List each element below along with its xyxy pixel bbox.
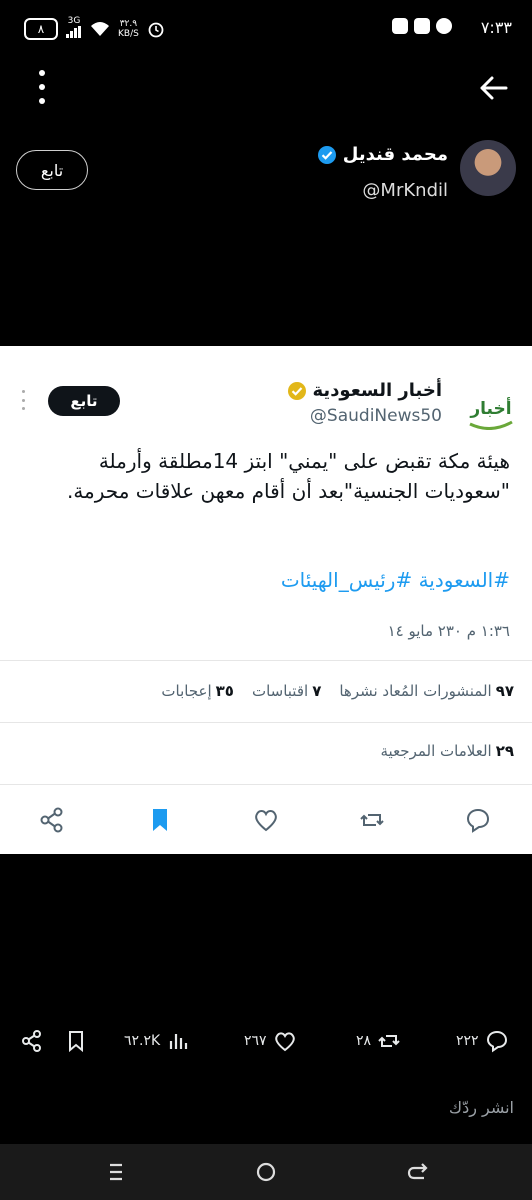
speed-value: ٣٢.٩ — [119, 18, 138, 29]
bookmark-button[interactable] — [64, 1026, 88, 1056]
likes-stat[interactable]: ٣٥إعجابات — [161, 682, 234, 700]
status-bar: ٨ 3G ٣٢.٩ KB/S ٧:٣٣ — [0, 0, 532, 56]
bookmarks-count: ٢٩ — [495, 742, 514, 760]
share-icon — [22, 1030, 41, 1052]
home-icon[interactable] — [252, 1158, 280, 1186]
status-left: ٨ 3G ٣٢.٩ KB/S — [24, 16, 165, 41]
network-speed: ٣٢.٩ KB/S — [118, 19, 139, 39]
author-name-row[interactable]: محمد قنديل — [317, 144, 448, 165]
reply-icon[interactable] — [464, 806, 492, 834]
app-icon — [414, 18, 430, 34]
thread-action-bar: ٦٢.٢K ٢٦٧ ٢٨ ٢٢٢ — [0, 1026, 532, 1056]
like-button[interactable]: ٢٦٧ — [244, 1026, 297, 1056]
bookmarks-label: العلامات المرجعية — [380, 742, 492, 760]
repost-icon — [378, 1035, 400, 1047]
status-time: ٧:٣٣ — [480, 18, 512, 37]
verified-gold-badge-icon — [287, 381, 306, 400]
like-icon[interactable] — [252, 806, 280, 834]
alarm-icon — [148, 22, 164, 37]
signal-icon — [66, 26, 81, 38]
follow-button[interactable]: تابع — [16, 150, 88, 190]
app-icon — [392, 18, 408, 34]
logo-text: أخبار — [469, 397, 511, 419]
likes-label: إعجابات — [161, 682, 212, 700]
reply-icon — [486, 1030, 507, 1053]
quoted-author-handle: @SaudiNews50 — [309, 406, 442, 426]
author-handle: @MrKndil — [362, 180, 448, 201]
speed-unit: KB/S — [118, 28, 139, 39]
network-indicator: 3G — [66, 16, 82, 41]
verified-badge-icon — [317, 145, 336, 164]
repost-icon[interactable] — [358, 806, 386, 834]
divider — [0, 722, 532, 723]
replies-count: ٢٢٢ — [456, 1033, 479, 1049]
quoted-author-name: أخبار السعودية — [312, 380, 442, 401]
likes-count: ٣٥ — [215, 682, 234, 700]
reposts-count: ٢٨ — [356, 1033, 372, 1049]
like-icon — [274, 1032, 295, 1052]
repost-button[interactable]: ٢٨ — [356, 1026, 401, 1056]
bookmark-outline-icon — [69, 1031, 83, 1053]
post-text: هيئة مكة تقبض على "يمني" ابتز 14مطلقة وأ… — [30, 446, 510, 506]
quotes-stat[interactable]: ٧اقتباسات — [252, 682, 321, 700]
quoted-post-card[interactable] — [0, 346, 532, 854]
quoted-more-icon[interactable] — [22, 390, 28, 410]
post-text-line: هيئة مكة تقبض على "يمني" ابتز 14مطلقة وأ… — [98, 449, 510, 473]
share-button[interactable] — [20, 1026, 44, 1056]
divider — [0, 784, 532, 785]
views-count: ٦٢.٢K — [124, 1033, 161, 1049]
bookmarks-stat[interactable]: ٢٩العلامات المرجعية — [381, 742, 515, 760]
post-stats: ٩٧المنشورات المُعاد نشرها ٧اقتباسات ٣٥إع… — [161, 682, 514, 700]
reposts-stat[interactable]: ٩٧المنشورات المُعاد نشرها — [339, 682, 514, 700]
system-back-icon[interactable] — [404, 1158, 432, 1186]
post-text-line: "سعوديات الجنسية"بعد أن أقام معهن علاقات… — [66, 479, 510, 503]
views-stat[interactable]: ٦٢.٢K — [124, 1026, 190, 1056]
avatar[interactable] — [460, 140, 516, 196]
back-arrow-icon[interactable] — [478, 74, 510, 102]
status-app-icons — [392, 18, 452, 34]
reply-placeholder: انشر ردّك — [448, 1098, 514, 1117]
reply-button[interactable]: ٢٢٢ — [456, 1026, 509, 1056]
share-icon[interactable] — [38, 806, 66, 834]
facebook-icon — [436, 18, 452, 34]
wifi-icon — [91, 21, 109, 36]
recent-apps-icon[interactable] — [102, 1158, 130, 1186]
reposts-count: ٩٧ — [495, 682, 514, 700]
post-hashtags[interactable]: #السعودية #رئيس_الهيئات — [281, 568, 510, 592]
post-action-bar — [0, 800, 532, 840]
quotes-count: ٧ — [312, 682, 322, 700]
quoted-follow-button[interactable]: تابع — [48, 386, 120, 416]
more-menu-icon[interactable] — [32, 70, 52, 104]
post-timestamp: ١:٣٦ م ٢٣٠ مايو ١٤ — [387, 622, 510, 640]
system-nav-bar — [0, 1144, 532, 1200]
views-chart-icon — [170, 1034, 188, 1049]
divider — [0, 660, 532, 661]
quotes-label: اقتباسات — [251, 682, 309, 700]
likes-count: ٢٦٧ — [244, 1033, 267, 1049]
battery-icon: ٨ — [24, 17, 58, 40]
reposts-label: المنشورات المُعاد نشرها — [339, 682, 492, 700]
bookmark-icon[interactable] — [146, 806, 174, 834]
quoted-author-row[interactable]: أخبار السعودية — [287, 380, 442, 401]
author-name: محمد قنديل — [342, 144, 448, 165]
news-logo: أخبار — [469, 397, 513, 430]
reply-input[interactable]: انشر ردّك — [0, 1090, 532, 1142]
network-type: 3G — [67, 16, 81, 26]
battery-level: ٨ — [37, 21, 45, 36]
